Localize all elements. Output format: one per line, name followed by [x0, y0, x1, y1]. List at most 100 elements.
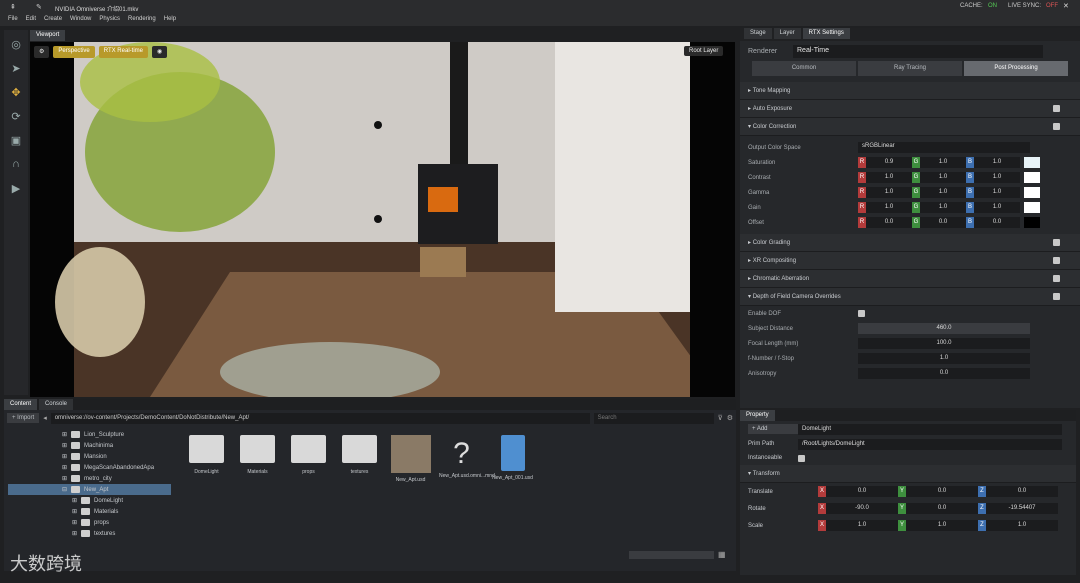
back-arrow-icon[interactable]: ◂: [43, 414, 47, 422]
output-color-space-label: Output Color Space: [748, 144, 801, 151]
enable-dof-checkbox[interactable]: [858, 310, 865, 317]
render-mode-dropdown[interactable]: RTX Real-time: [98, 46, 148, 58]
file-item[interactable]: Materials: [235, 435, 280, 483]
color-correction-checkbox[interactable]: [1053, 123, 1060, 130]
tree-item[interactable]: ⊞ Materials: [62, 506, 171, 517]
viewport[interactable]: [30, 42, 735, 402]
gamma-swatch[interactable]: [1024, 187, 1040, 198]
renderer-label: Renderer: [748, 47, 778, 55]
visibility-eye-icon[interactable]: ◉: [151, 46, 168, 58]
grid-view-icon[interactable]: ▦: [718, 550, 726, 559]
tree-item[interactable]: ⊞ props: [62, 517, 171, 528]
saturation-swatch[interactable]: [1024, 157, 1040, 168]
zoom-slider[interactable]: [629, 551, 714, 559]
close-icon[interactable]: ✕: [1063, 2, 1069, 10]
file-item[interactable]: ? New_Apt.usd.omni...mnd: [439, 435, 495, 483]
settings-icon[interactable]: ⚙: [727, 414, 733, 422]
section-xr-compositing[interactable]: ▸ XR Compositing: [740, 252, 1080, 270]
section-color-correction[interactable]: ▾ Color Correction: [740, 118, 1080, 136]
tree-item[interactable]: ⊞ textures: [62, 528, 171, 539]
file-item[interactable]: textures: [337, 435, 382, 483]
renderer-select[interactable]: Real-Time: [793, 44, 1043, 58]
rotate-row: Rotate X -90.0 Y 0.0 Z -19.54407: [740, 500, 1076, 517]
live-sync-label: LIVE SYNC:: [1008, 3, 1042, 9]
section-auto-exposure[interactable]: ▸ Auto Exposure: [740, 100, 1080, 118]
viewport-tab-bar: Viewport: [30, 30, 66, 41]
cc-row-gamma: Gamma R 1.0 G 1.0 B 1.0: [740, 185, 1080, 200]
content-panel: Content Console + Import ◂ omniverse://o…: [4, 399, 736, 571]
tab-ray-tracing[interactable]: Ray Tracing: [858, 61, 962, 76]
viewport-settings-icon[interactable]: ⚙: [34, 46, 50, 58]
dof-enable-row: Enable DOF: [740, 306, 1080, 321]
search-input[interactable]: Search: [593, 412, 714, 424]
import-button[interactable]: + Import: [7, 413, 40, 423]
gain-swatch[interactable]: [1024, 202, 1040, 213]
color-space-select[interactable]: sRGBLinear: [858, 142, 1030, 153]
menu-create[interactable]: Create: [44, 16, 62, 26]
menu-edit[interactable]: Edit: [26, 16, 36, 26]
rtx-settings-panel: Stage Layer RTX Settings Renderer Real-T…: [740, 28, 1080, 408]
folder-tree: ⊞ Lion_Sculpture ⊞ Machinima ⊞ Mansion ⊞…: [6, 429, 171, 569]
menu-rendering[interactable]: Rendering: [128, 16, 156, 26]
section-chromatic-aberration[interactable]: ▸ Chromatic Aberration: [740, 270, 1080, 288]
menu-window[interactable]: Window: [70, 16, 91, 26]
tree-item[interactable]: ⊞ MegaScanAbandonedApa: [62, 462, 171, 473]
add-button[interactable]: + Add: [748, 424, 798, 434]
prim-path-field[interactable]: /Root/Lights/DomeLight: [798, 438, 1062, 450]
tab-viewport[interactable]: Viewport: [30, 30, 66, 41]
camera-dropdown[interactable]: Perspective: [53, 46, 95, 58]
pin-icon[interactable]: ✎: [36, 3, 42, 11]
tab-rtx-settings[interactable]: RTX Settings: [802, 28, 850, 39]
tree-item-selected[interactable]: ⊟ New_Apt: [8, 484, 171, 495]
select-mode-icon[interactable]: ◎: [6, 34, 26, 54]
auto-exposure-checkbox[interactable]: [1053, 105, 1060, 112]
tab-console[interactable]: Console: [38, 399, 73, 410]
tab-content[interactable]: Content: [4, 399, 38, 410]
file-item[interactable]: DomeLight: [184, 435, 229, 483]
file-grid: DomeLight Materials props textures New_A…: [184, 435, 535, 483]
menu-file[interactable]: File: [8, 16, 18, 26]
tab-post-processing[interactable]: Post Processing: [964, 61, 1068, 76]
scale-icon[interactable]: ▣: [6, 130, 26, 150]
tree-item[interactable]: ⊞ metro_city: [62, 473, 171, 484]
file-item[interactable]: New_Apt.usd: [388, 435, 433, 483]
usd-file-icon: [500, 435, 525, 471]
path-field[interactable]: omniverse://ov-content/Projects/DemoCont…: [50, 412, 590, 424]
move-icon[interactable]: ✥: [6, 82, 26, 102]
tree-item[interactable]: ⊞ Lion_Sculpture: [62, 429, 171, 440]
rotate-icon[interactable]: ⟳: [6, 106, 26, 126]
instanceable-checkbox[interactable]: [798, 454, 805, 462]
file-item[interactable]: New_Apt_001.usd: [490, 435, 535, 483]
filter-icon[interactable]: ⊽: [718, 414, 723, 422]
snap-icon[interactable]: ∩: [6, 154, 26, 174]
menu-help[interactable]: Help: [164, 16, 176, 26]
section-dof[interactable]: ▾ Depth of Field Camera Overrides: [740, 288, 1080, 306]
menu-bar: File Edit Create Window Physics Renderin…: [0, 16, 1080, 26]
tab-stage[interactable]: Stage: [744, 28, 772, 39]
section-color-grading[interactable]: ▸ Color Grading: [740, 234, 1080, 252]
scene-render: [30, 42, 735, 402]
tree-item[interactable]: ⊞ DomeLight: [62, 495, 171, 506]
root-layer-button[interactable]: Root Layer: [684, 46, 724, 56]
section-tone-mapping[interactable]: ▸ Tone Mapping: [740, 82, 1080, 100]
dof-anisotropy-row: Anisotropy 0.0: [740, 366, 1080, 381]
select-arrow-icon[interactable]: ➤: [6, 58, 26, 78]
tree-item[interactable]: ⊞ Mansion: [62, 451, 171, 462]
contrast-swatch[interactable]: [1024, 172, 1040, 183]
offset-swatch[interactable]: [1024, 217, 1040, 228]
live-sync-state: OFF: [1046, 3, 1058, 9]
play-icon[interactable]: ▶: [6, 178, 26, 198]
section-transform[interactable]: ▾ Transform: [740, 465, 1076, 483]
dof-focal-row: Focal Length (mm) 100.0: [740, 336, 1080, 351]
tab-property[interactable]: Property: [740, 410, 775, 421]
tree-item[interactable]: ⊞ Machinima: [62, 440, 171, 451]
color-correction-body: Output Color Space sRGBLinear Saturation…: [740, 136, 1080, 234]
tab-common[interactable]: Common: [752, 61, 856, 76]
prim-name-field[interactable]: DomeLight: [798, 423, 1062, 435]
tab-layer[interactable]: Layer: [773, 28, 801, 39]
file-item[interactable]: props: [286, 435, 331, 483]
menu-physics[interactable]: Physics: [99, 16, 120, 26]
dof-fnumber-row: f-Number / f-Stop 1.0: [740, 351, 1080, 366]
watermark: 大数跨境: [10, 554, 82, 574]
app-icon: ⇞: [10, 4, 16, 11]
